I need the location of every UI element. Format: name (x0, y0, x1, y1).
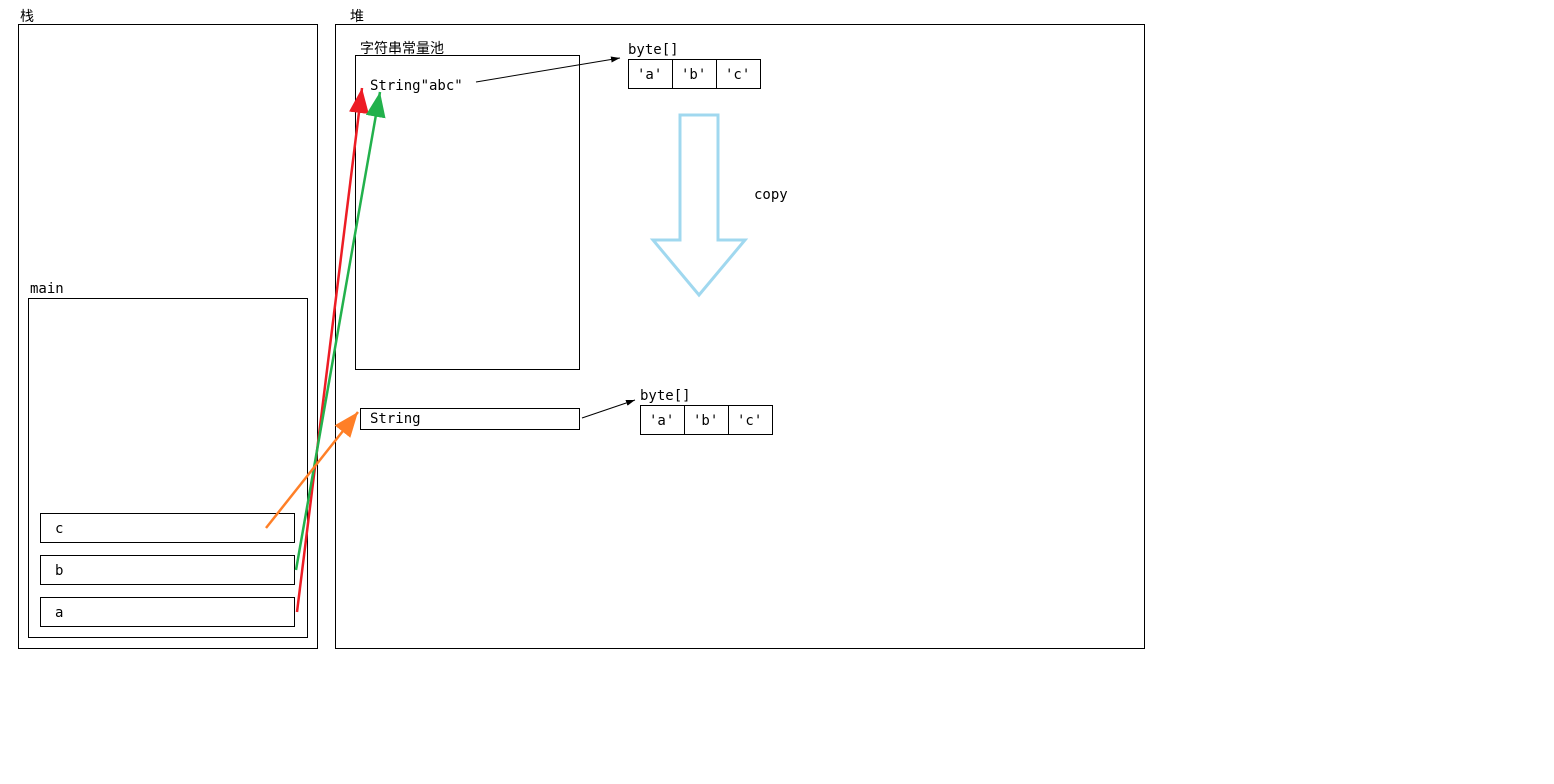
byte-cell-2b-label: 'b' (693, 413, 718, 429)
var-c-row (40, 513, 295, 543)
byte-cell-1c-label: 'c' (725, 67, 750, 83)
copy-label: copy (754, 187, 788, 203)
heap-title: 堆 (350, 6, 364, 26)
var-b-label: b (55, 563, 63, 579)
var-a-label: a (55, 605, 63, 621)
byte-array-label-2: byte[] (640, 388, 691, 404)
byte-cell-1b-label: 'b' (681, 67, 706, 83)
var-b-row (40, 555, 295, 585)
byte-cell-2a-label: 'a' (649, 413, 674, 429)
var-c-label: c (55, 521, 63, 537)
main-frame (28, 298, 308, 638)
pool-string-label: String"abc" (370, 78, 463, 94)
byte-array-label-1: byte[] (628, 42, 679, 58)
new-string-label: String (370, 411, 421, 427)
stack-title: 栈 (20, 6, 34, 26)
main-label: main (30, 281, 64, 297)
var-a-row (40, 597, 295, 627)
string-pool-box (355, 55, 580, 370)
byte-cell-2c-label: 'c' (737, 413, 762, 429)
byte-cell-1a-label: 'a' (637, 67, 662, 83)
